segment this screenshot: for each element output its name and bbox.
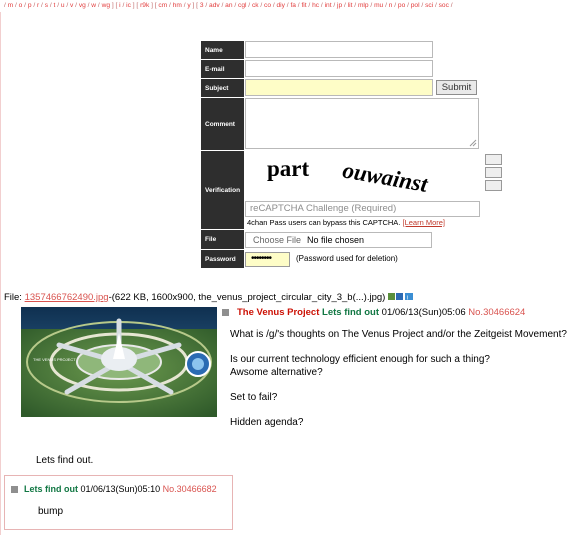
- post-menu-icon[interactable]: [11, 486, 18, 494]
- op-line: Set to fail?: [230, 391, 278, 403]
- captcha-word-2: ouwainst: [341, 157, 430, 197]
- reply-post: Lets find out 01/06/13(Sun)05:10 No.3046…: [4, 475, 233, 530]
- board-link[interactable]: int: [325, 2, 332, 9]
- name-field[interactable]: [245, 41, 433, 58]
- board-link[interactable]: soc: [439, 2, 449, 9]
- op-line: Is our current technology efficient enou…: [230, 354, 490, 365]
- board-link[interactable]: ck: [252, 2, 259, 9]
- board-link[interactable]: sci: [425, 2, 433, 9]
- file-info: File: 1357466762490.jpg-(622 KB, 1600x90…: [4, 292, 414, 303]
- board-link[interactable]: hm: [173, 2, 182, 9]
- comment-field[interactable]: [245, 98, 479, 149]
- verification-label: Verification: [201, 151, 244, 229]
- learn-more-link[interactable]: [Learn More]: [403, 218, 446, 227]
- board-link[interactable]: pol: [411, 2, 420, 9]
- password-note: (Password used for deletion): [296, 254, 398, 263]
- svg-text:THE VENUS PROJECT: THE VENUS PROJECT: [33, 357, 76, 362]
- op-line: Awsome alternative?: [230, 366, 323, 378]
- pass-note-text: 4chan Pass users can bypass this CAPTCHA…: [247, 218, 401, 227]
- password-field[interactable]: ••••••••: [245, 252, 290, 267]
- page-left-border: [0, 12, 1, 535]
- name-label: Name: [201, 41, 244, 59]
- nav-separator: ] [: [130, 2, 141, 9]
- board-link[interactable]: an: [225, 2, 232, 9]
- captcha-audio-button[interactable]: [485, 167, 502, 178]
- op-comment: What is /g/'s thoughts on The Venus Proj…: [230, 329, 580, 429]
- reply-post-number[interactable]: No.30466682: [163, 484, 217, 494]
- op-line: Hidden agenda?: [230, 416, 304, 428]
- board-link[interactable]: cm: [158, 2, 167, 9]
- captcha-input[interactable]: reCAPTCHA Challenge (Required): [245, 201, 480, 217]
- email-label: E-mail: [201, 60, 244, 78]
- post-menu-icon[interactable]: [222, 308, 229, 316]
- op-thumbnail[interactable]: THE VENUS PROJECT: [21, 307, 217, 417]
- board-link[interactable]: r9k: [140, 2, 149, 9]
- reply-comment: bump: [38, 506, 64, 517]
- comment-label: Comment: [201, 98, 244, 150]
- choose-file-button[interactable]: Choose File: [246, 235, 307, 245]
- captcha-help-button[interactable]: [485, 180, 502, 191]
- op-post-number[interactable]: No.30466624: [468, 307, 525, 318]
- board-link[interactable]: adv: [209, 2, 220, 9]
- file-input[interactable]: Choose File No file chosen: [245, 232, 432, 248]
- reply-datetime: 01/06/13(Sun)05:10: [80, 484, 161, 494]
- op-name: Lets find out: [322, 307, 380, 318]
- op-line: What is /g/'s thoughts on The Venus Proj…: [230, 329, 567, 340]
- reply-header: Lets find out 01/06/13(Sun)05:10 No.3046…: [11, 484, 217, 494]
- submit-button[interactable]: Submit: [436, 80, 477, 95]
- email-field[interactable]: [245, 60, 433, 77]
- no-file-text: No file chosen: [307, 235, 365, 245]
- nav-separator: ] [: [110, 2, 120, 9]
- file-label: File: [201, 230, 244, 249]
- board-link[interactable]: mu: [374, 2, 383, 9]
- board-link[interactable]: wg: [102, 2, 110, 9]
- pass-note: 4chan Pass users can bypass this CAPTCHA…: [247, 218, 445, 227]
- password-label: Password: [201, 250, 244, 268]
- captcha-reload-button[interactable]: [485, 154, 502, 165]
- board-link[interactable]: vg: [79, 2, 86, 9]
- nav-separator: /: [448, 2, 453, 9]
- board-link[interactable]: co: [264, 2, 271, 9]
- file-prefix: File:: [4, 292, 25, 303]
- op-trailing-text: Lets find out.: [36, 455, 94, 466]
- board-link[interactable]: mlp: [358, 2, 369, 9]
- captcha-image: part ouwainst: [247, 149, 480, 200]
- nav-separator: ] [: [190, 2, 200, 9]
- image-search-icons[interactable]: i: [387, 292, 414, 302]
- op-subject: The Venus Project: [237, 307, 320, 318]
- captcha-word-1: part: [267, 156, 310, 181]
- file-link[interactable]: 1357466762490.jpg: [25, 292, 109, 303]
- resize-handle-icon[interactable]: [469, 139, 477, 147]
- file-meta: -(622 KB, 1600x900, the_venus_project_ci…: [108, 292, 386, 303]
- board-navigation: / m / o / p / r / s / t / u / v / vg / w…: [0, 0, 584, 12]
- op-datetime: 01/06/13(Sun)05:06: [381, 307, 466, 318]
- svg-text:i: i: [407, 296, 408, 302]
- board-link[interactable]: diy: [277, 2, 285, 9]
- reply-name: Lets find out: [24, 484, 78, 494]
- subject-field[interactable]: [245, 79, 433, 96]
- subject-label: Subject: [201, 79, 244, 97]
- op-header: The Venus Project Lets find out 01/06/13…: [222, 307, 525, 318]
